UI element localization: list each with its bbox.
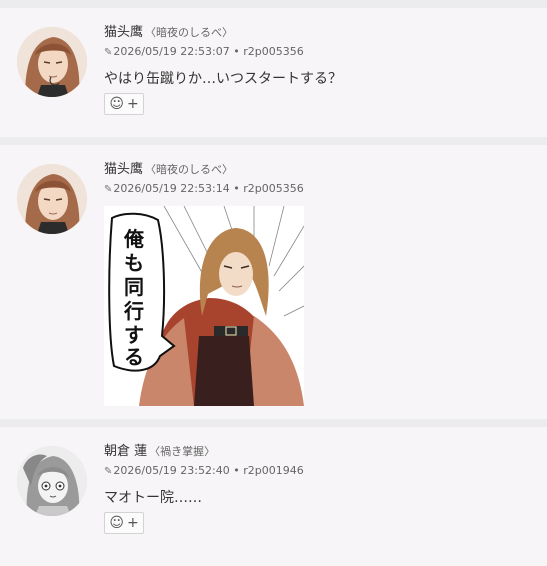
post-meta: ✎2026/05/19 23:52:40 • r2p001946 <box>104 464 304 479</box>
divider <box>0 419 547 427</box>
author-row: 朝倉 蓮〈禍き掌握〉 <box>104 444 304 460</box>
post-3: 朝倉 蓮〈禍き掌握〉 ✎2026/05/19 23:52:40 • r2p001… <box>0 427 547 566</box>
author-row: 猫头鹰 〈暗夜のしるべ〉 <box>104 162 304 178</box>
stamp-char: る <box>124 345 144 369</box>
post-meta: ✎2026/05/19 22:53:07 • r2p005356 <box>104 45 342 60</box>
stamp-char: 行 <box>123 299 144 323</box>
party-name: 〈暗夜のしるべ〉 <box>145 26 234 39</box>
divider <box>0 137 547 145</box>
smile-icon: ☺ <box>109 96 124 112</box>
author-name[interactable]: 猫头鹰 <box>104 25 143 40</box>
separator: • <box>233 464 240 477</box>
post-meta: ✎2026/05/19 22:53:14 • r2p005356 <box>104 182 304 197</box>
pen-icon: ✎ <box>104 184 113 195</box>
plus-icon: + <box>126 96 139 112</box>
post-message: やはり缶蹴りか…いつスタートする？ <box>104 71 342 87</box>
plus-icon: + <box>126 515 139 531</box>
pen-icon: ✎ <box>104 466 113 477</box>
stamp-image: 俺 も 同 行 す る <box>104 205 305 406</box>
timestamp: 2026/05/19 23:52:40 <box>113 464 230 477</box>
stamp-char: す <box>124 323 144 347</box>
separator: • <box>233 182 240 195</box>
pen-icon: ✎ <box>104 47 113 58</box>
separator: • <box>233 45 240 58</box>
author-name[interactable]: 猫头鹰 <box>104 162 143 177</box>
stamp-char: も <box>124 251 144 275</box>
timestamp: 2026/05/19 22:53:14 <box>113 182 230 195</box>
avatar[interactable] <box>17 27 87 97</box>
smile-icon: ☺ <box>109 515 124 531</box>
post-2: 猫头鹰 〈暗夜のしるべ〉 ✎2026/05/19 22:53:14 • r2p00… <box>0 145 547 419</box>
author-row: 猫头鹰 〈暗夜のしるべ〉 <box>104 25 342 41</box>
author-name[interactable]: 朝倉 蓮 <box>104 444 147 459</box>
post-id: r2p001946 <box>243 464 304 477</box>
add-reaction-button[interactable]: ☺ + <box>104 512 144 534</box>
timestamp: 2026/05/19 22:53:07 <box>113 45 230 58</box>
add-reaction-button[interactable]: ☺ + <box>104 93 144 115</box>
divider <box>0 0 547 8</box>
post-id: r2p005356 <box>243 45 304 58</box>
stamp-char: 同 <box>124 275 144 299</box>
avatar[interactable] <box>17 446 87 516</box>
post-message: マオトー院…… <box>104 490 202 506</box>
party-name: 〈禍き掌握〉 <box>149 445 216 458</box>
party-name: 〈暗夜のしるべ〉 <box>145 163 234 176</box>
avatar[interactable] <box>17 164 87 234</box>
post-1: 猫头鹰 〈暗夜のしるべ〉 ✎2026/05/19 22:53:07 • r2p00… <box>0 8 547 137</box>
post-id: r2p005356 <box>243 182 304 195</box>
stamp-char: 俺 <box>123 227 145 251</box>
